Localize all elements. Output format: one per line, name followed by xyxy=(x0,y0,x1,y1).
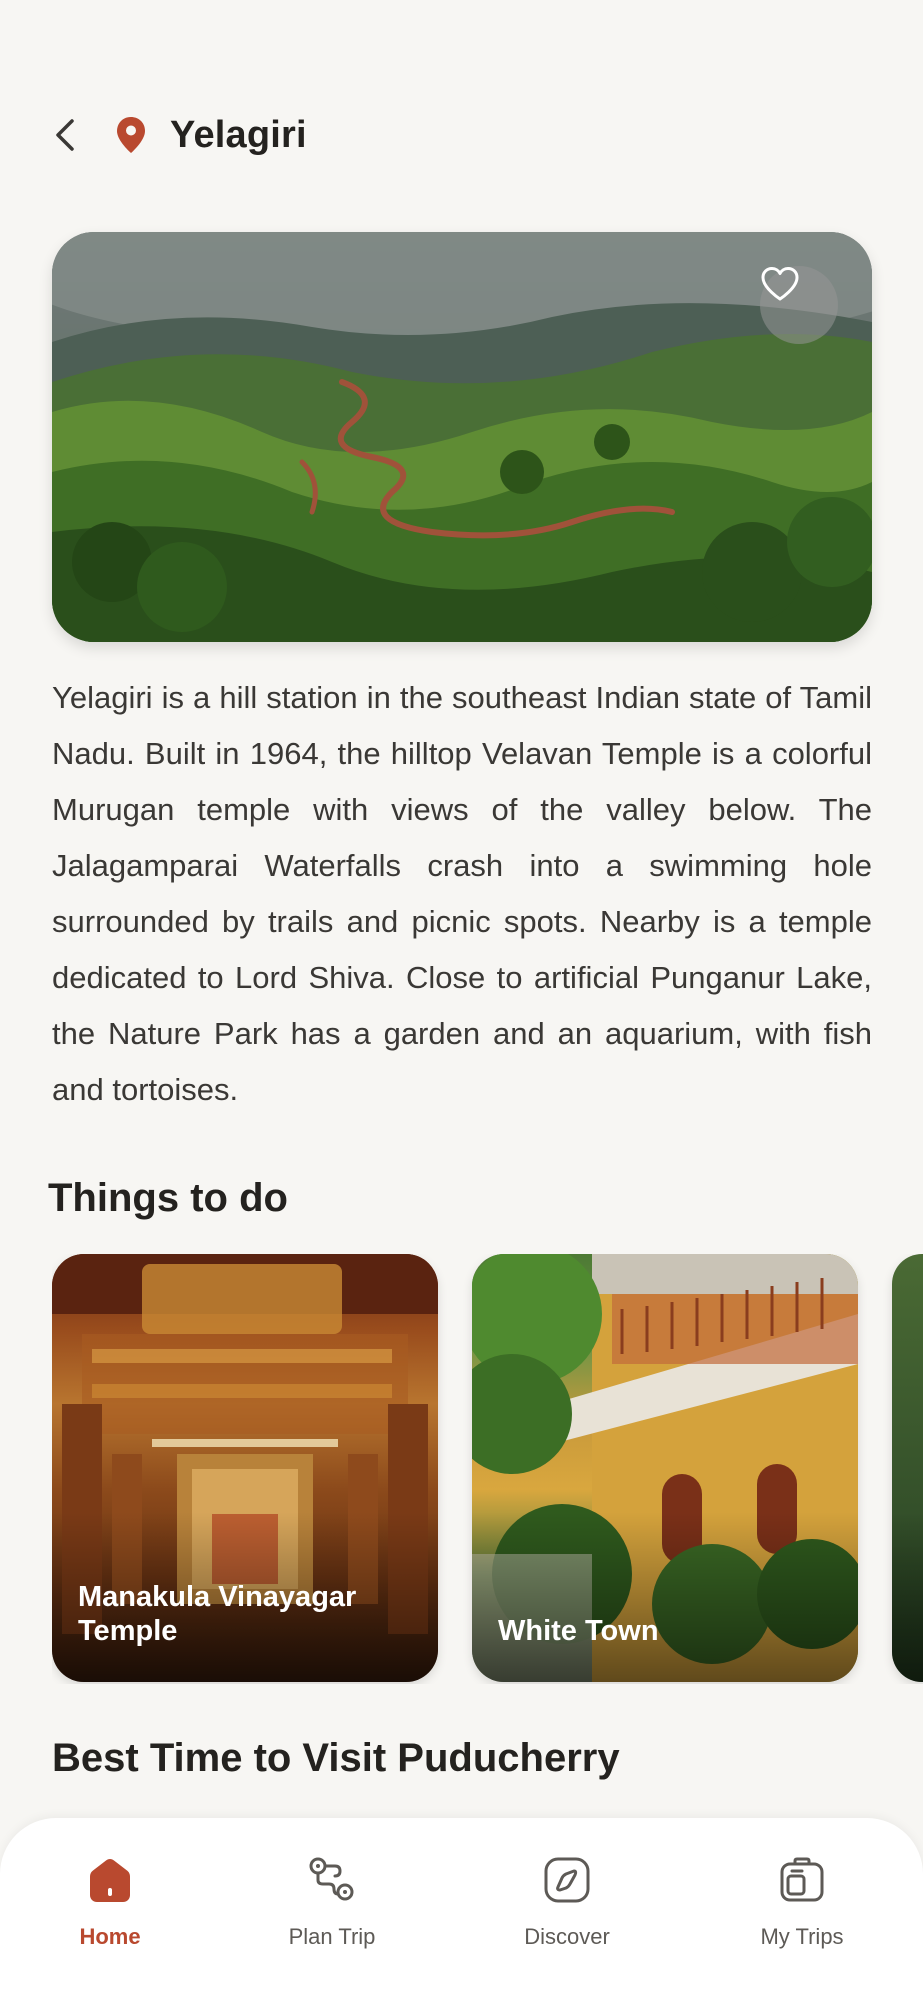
card-label: White Town xyxy=(498,1615,659,1647)
things-to-do-title: Things to do xyxy=(48,1176,288,1220)
luggage-icon xyxy=(776,1854,828,1906)
hero-image xyxy=(52,232,872,642)
map-pin-icon xyxy=(116,115,150,155)
best-time-title: Best Time to Visit Puducherry xyxy=(52,1736,620,1780)
card-label: Manakula Vinayagar Temple xyxy=(78,1581,357,1647)
activity-card-manakula-vinayagar[interactable]: Manakula Vinayagar Temple xyxy=(52,1254,438,1682)
nav-label-my-trips: My Trips xyxy=(760,1924,844,1949)
nav-item-discover[interactable]: Discover xyxy=(477,1854,657,1950)
route-icon xyxy=(306,1854,358,1906)
activity-card-white-town[interactable]: White Town xyxy=(472,1254,858,1682)
nav-item-plan-trip[interactable]: Plan Trip xyxy=(242,1854,422,1950)
hero-landscape xyxy=(52,232,872,642)
nav-item-my-trips[interactable]: My Trips xyxy=(712,1854,892,1950)
bottom-navigation: Home Plan Trip Discover My Trips xyxy=(0,1818,923,2000)
home-icon xyxy=(84,1854,136,1906)
header: Yelagiri xyxy=(52,108,307,162)
favorite-button[interactable] xyxy=(760,266,838,344)
nav-label-plan-trip: Plan Trip xyxy=(288,1924,376,1949)
card-gradient xyxy=(472,1512,858,1682)
chevron-left-icon xyxy=(56,119,74,151)
things-to-do-carousel[interactable]: Manakula Vinayagar Temple White Town xyxy=(52,1254,923,1684)
nav-label-home: Home xyxy=(79,1924,141,1949)
page-title: Yelagiri xyxy=(170,113,307,156)
back-button[interactable] xyxy=(52,108,92,162)
activity-card-partial[interactable] xyxy=(892,1254,923,1682)
heart-outline-icon xyxy=(761,267,799,301)
compass-icon xyxy=(541,1854,593,1906)
card-gradient xyxy=(892,1512,923,1682)
nav-label-discover: Discover xyxy=(524,1924,610,1949)
place-description: Yelagiri is a hill station in the southe… xyxy=(52,680,872,1107)
nav-item-home[interactable]: Home xyxy=(20,1854,200,1950)
